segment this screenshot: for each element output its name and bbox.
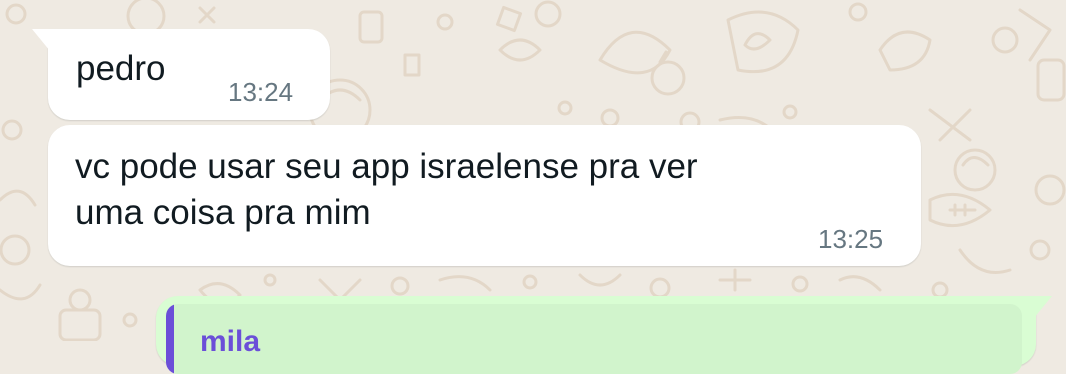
message-bubble-incoming[interactable]: pedro 13:24 [32, 29, 330, 120]
message-timestamp: 13:25 [818, 224, 884, 254]
quoted-author: mila [200, 325, 261, 358]
bubble-tail [32, 29, 50, 51]
quoted-message[interactable]: mila [166, 304, 1022, 374]
bubble-tail [1034, 296, 1052, 318]
quote-accent-bar [166, 304, 174, 374]
message-text: vc pode usar seu app israelense pra ver … [75, 147, 698, 232]
message-text: pedro [76, 49, 166, 88]
message-bubble-outgoing[interactable]: mila [156, 296, 1052, 374]
message-bubble-incoming[interactable]: vc pode usar seu app israelense pra ver … [48, 125, 921, 266]
message-timestamp: 13:24 [228, 77, 294, 107]
